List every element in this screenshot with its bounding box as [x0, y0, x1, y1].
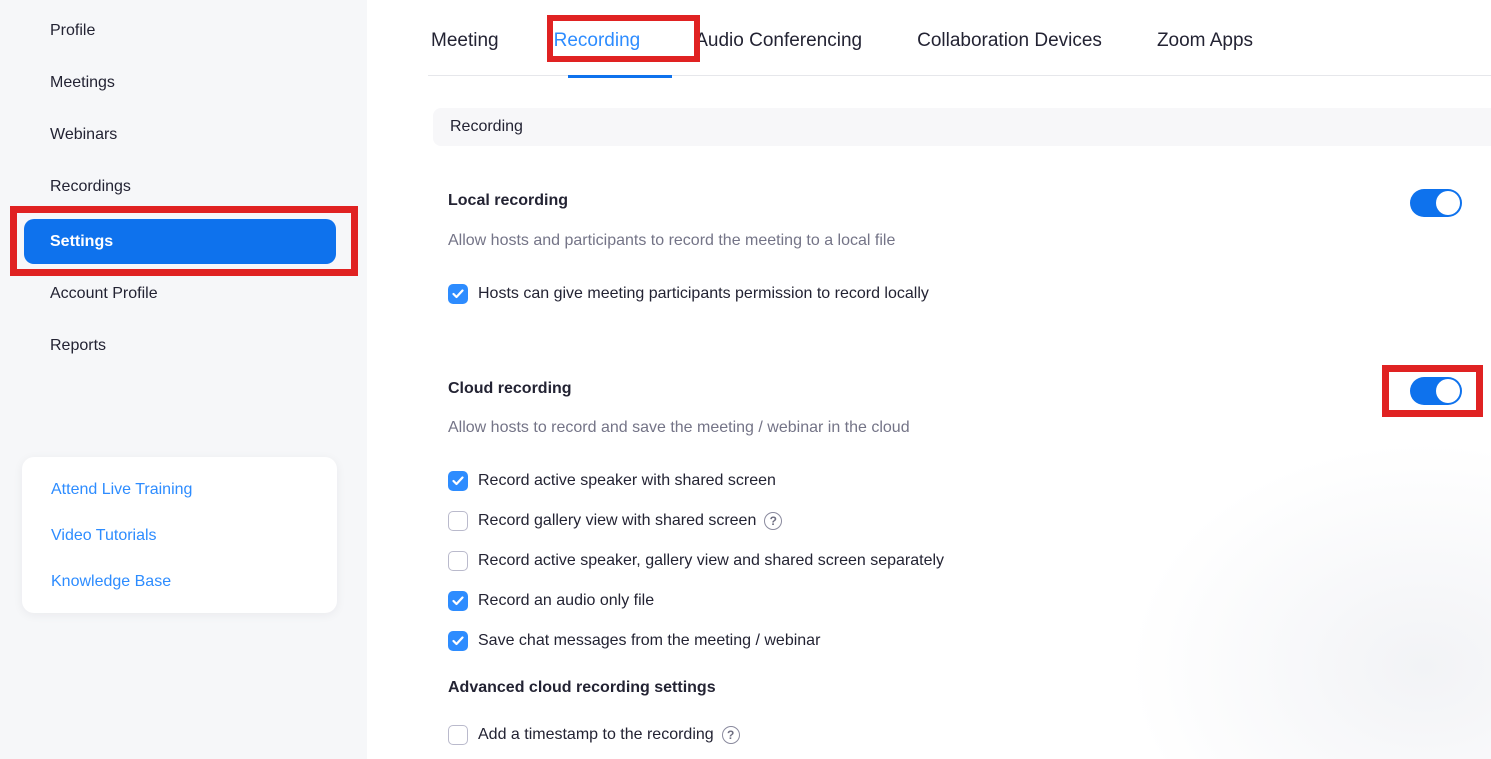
- cloud-recording-toggle[interactable]: [1410, 377, 1462, 405]
- checkbox-label: Record gallery view with shared screen: [478, 512, 756, 530]
- checkbox-row-save-chat-messages-from-the-meeting-webi: Save chat messages from the meeting / we…: [448, 630, 820, 652]
- sidebar: ProfileMeetingsWebinarsRecordings Setting…: [0, 0, 367, 759]
- local-recording-title: Local recording: [448, 190, 568, 212]
- checkbox-label: Save chat messages from the meeting / we…: [478, 632, 820, 650]
- local-recording-description: Allow hosts and participants to record t…: [448, 230, 895, 252]
- toggle-knob: [1436, 379, 1460, 403]
- advanced-cloud-settings-label: Advanced cloud recording settings: [448, 677, 716, 699]
- sidebar-item-profile[interactable]: Profile: [0, 5, 367, 57]
- active-tab-underline: [568, 75, 672, 78]
- link-video-tutorials[interactable]: Video Tutorials: [22, 513, 337, 559]
- sidebar-item-account-profile[interactable]: Account Profile: [0, 268, 367, 320]
- cloud-recording-title: Cloud recording: [448, 378, 572, 400]
- link-attend-live-training[interactable]: Attend Live Training: [22, 467, 337, 513]
- checkbox-label: Record active speaker, gallery view and …: [478, 552, 944, 570]
- checkbox-row-record-an-audio-only-file: Record an audio only file: [448, 590, 654, 612]
- zoom-settings-page: ProfileMeetingsWebinarsRecordings Setting…: [0, 0, 1491, 759]
- checkbox-checked[interactable]: [448, 284, 468, 304]
- checkbox-checked[interactable]: [448, 631, 468, 651]
- checkbox-row-record-gallery-view-with-shared-screen: Record gallery view with shared screen?: [448, 510, 782, 532]
- sidebar-item-meetings[interactable]: Meetings: [0, 57, 367, 109]
- checkbox-row-add-a-timestamp-to-the-recording: Add a timestamp to the recording?: [448, 724, 740, 746]
- tab-meeting[interactable]: Meeting: [431, 30, 499, 52]
- sidebar-item-webinars[interactable]: Webinars: [0, 109, 367, 161]
- sidebar-nav: ProfileMeetingsWebinarsRecordings Setting…: [0, 5, 367, 372]
- settings-tabs: Meeting Recording Audio Conferencing Collab…: [431, 30, 1253, 52]
- checkbox-unchecked[interactable]: [448, 511, 468, 531]
- checkbox-checked[interactable]: [448, 591, 468, 611]
- checkbox-unchecked[interactable]: [448, 551, 468, 571]
- checkbox-label: Hosts can give meeting participants perm…: [478, 285, 929, 303]
- checkbox-row-record-active-speaker-with-shared-screen: Record active speaker with shared screen: [448, 470, 776, 492]
- checkbox-unchecked[interactable]: [448, 725, 468, 745]
- tab-collaboration-devices[interactable]: Collaboration Devices: [917, 30, 1102, 52]
- help-links-card: Attend Live TrainingVideo TutorialsKnowl…: [22, 457, 337, 613]
- help-icon[interactable]: ?: [764, 512, 782, 530]
- cloud-recording-description: Allow hosts to record and save the meeti…: [448, 417, 910, 439]
- tab-recording[interactable]: Recording: [554, 30, 641, 52]
- toggle-knob: [1436, 191, 1460, 215]
- checkbox-label: Record active speaker with shared screen: [478, 472, 776, 490]
- local-recording-toggle[interactable]: [1410, 189, 1462, 217]
- section-header-title: Recording: [450, 118, 523, 136]
- checkbox-label: Add a timestamp to the recording: [478, 726, 714, 744]
- tab-audio-conferencing[interactable]: Audio Conferencing: [695, 30, 862, 52]
- sidebar-item-reports[interactable]: Reports: [0, 320, 367, 372]
- help-icon[interactable]: ?: [722, 726, 740, 744]
- link-knowledge-base[interactable]: Knowledge Base: [22, 559, 337, 605]
- checkbox-row-hosts-can-give-meeting-participants-perm: Hosts can give meeting participants perm…: [448, 283, 929, 305]
- checkbox-label: Record an audio only file: [478, 592, 654, 610]
- checkbox-row-record-active-speaker-gallery-view-and-s: Record active speaker, gallery view and …: [448, 550, 944, 572]
- checkbox-checked[interactable]: [448, 471, 468, 491]
- sidebar-item-settings[interactable]: Settings: [24, 219, 336, 264]
- section-header: Recording: [433, 108, 1491, 146]
- tab-zoom-apps[interactable]: Zoom Apps: [1157, 30, 1253, 52]
- main-content: Meeting Recording Audio Conferencing Collab…: [367, 0, 1491, 759]
- sidebar-item-recordings[interactable]: Recordings: [0, 161, 367, 213]
